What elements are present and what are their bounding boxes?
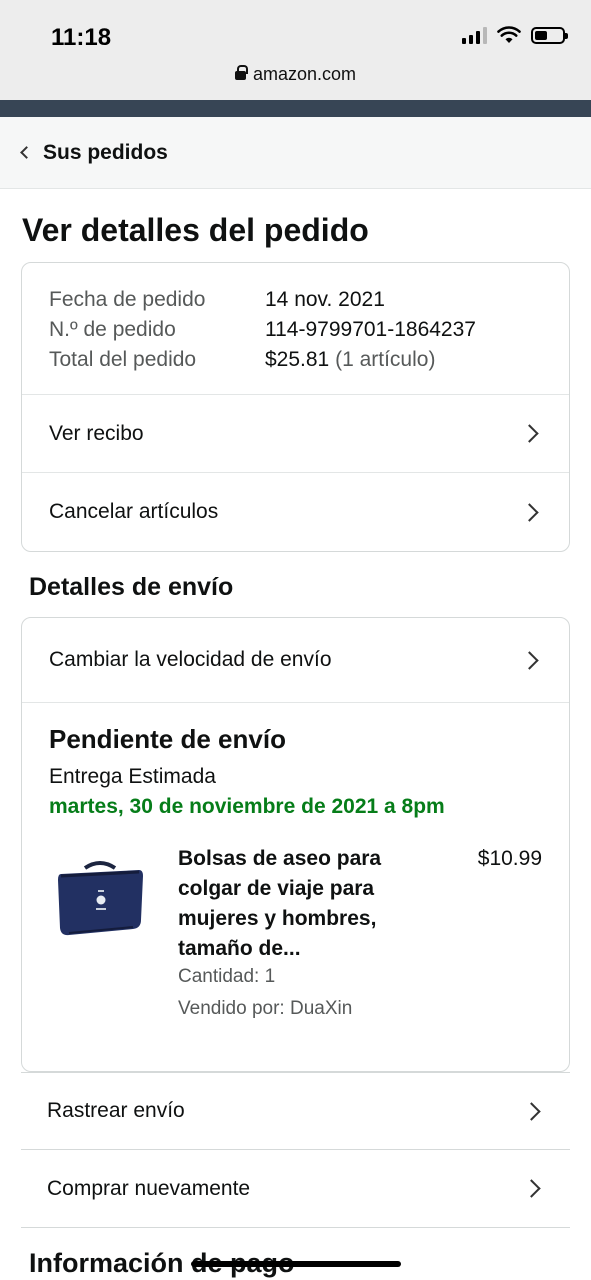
order-summary-card: Fecha de pedido 14 nov. 2021 N.º de pedi… <box>21 262 570 552</box>
view-receipt-link[interactable]: Ver recibo <box>22 394 569 472</box>
order-total-row: Total del pedido $25.81 (1 artículo) <box>49 345 476 375</box>
chevron-left-icon <box>20 146 33 159</box>
cancel-items-link[interactable]: Cancelar artículos <box>22 472 569 551</box>
battery-level <box>535 30 547 40</box>
lock-icon <box>234 65 248 80</box>
change-shipping-speed-label: Cambiar la velocidad de envío <box>49 648 332 671</box>
change-shipping-speed-link[interactable]: Cambiar la velocidad de envío <box>22 618 569 703</box>
order-number-label: N.º de pedido <box>49 318 176 341</box>
shipping-card: Cambiar la velocidad de envío Pendiente … <box>21 617 570 1072</box>
status-icons <box>462 26 568 44</box>
order-date-value: 14 nov. 2021 <box>265 288 385 311</box>
address-bar[interactable]: amazon.com <box>0 64 591 85</box>
product-title-link[interactable]: Bolsas de aseo para colgar de viaje para… <box>178 844 448 964</box>
url-text: amazon.com <box>252 64 357 84</box>
chevron-right-icon <box>520 650 539 670</box>
wifi-icon <box>497 26 521 43</box>
buy-again-label: Comprar nuevamente <box>47 1176 251 1200</box>
browser-header: 11:18 amazon.com <box>0 0 591 100</box>
product-image[interactable] <box>55 856 145 942</box>
order-info: Fecha de pedido 14 nov. 2021 N.º de pedi… <box>49 285 476 375</box>
shipping-section-title: Detalles de envío <box>29 573 234 601</box>
track-package-label: Rastrear envío <box>47 1099 185 1122</box>
order-number-value: 114-9799701-1864237 <box>265 318 476 341</box>
home-indicator[interactable] <box>191 1261 401 1267</box>
status-time: 11:18 <box>51 24 112 51</box>
chevron-right-icon <box>522 1101 541 1121</box>
order-item-count: (1 artículo) <box>335 348 436 371</box>
chevron-right-icon <box>520 424 539 443</box>
order-number-row: N.º de pedido 114-9799701-1864237 <box>49 315 476 345</box>
chevron-right-icon <box>522 1179 541 1198</box>
product-seller: Vendido por: DuaXin <box>178 998 353 1019</box>
product-quantity: Cantidad: 1 <box>178 966 276 987</box>
buy-again-link[interactable]: Comprar nuevamente <box>21 1150 570 1228</box>
cancel-items-label: Cancelar artículos <box>49 500 219 523</box>
estimated-delivery-label: Entrega Estimada <box>49 765 216 788</box>
site-nav-strip <box>0 100 591 117</box>
view-receipt-label: Ver recibo <box>49 421 144 445</box>
breadcrumb-label: Sus pedidos <box>43 140 168 164</box>
chevron-right-icon <box>520 502 539 522</box>
cellular-signal-icon <box>462 26 487 44</box>
order-total-amount: $25.81 <box>265 348 330 371</box>
battery-icon <box>531 26 568 44</box>
track-package-link[interactable]: Rastrear envío <box>21 1072 570 1150</box>
estimated-delivery-date: martes, 30 de noviembre de 2021 a 8pm <box>49 795 445 818</box>
order-total-value: $25.81 (1 artículo) <box>265 345 435 375</box>
order-date-label: Fecha de pedido <box>49 288 206 311</box>
breadcrumb[interactable]: Sus pedidos <box>0 117 591 189</box>
product-price: $10.99 <box>477 847 542 870</box>
order-total-label: Total del pedido <box>49 348 197 371</box>
page-title: Ver detalles del pedido <box>22 212 369 248</box>
order-date-row: Fecha de pedido 14 nov. 2021 <box>49 285 476 315</box>
shipment-status-title: Pendiente de envío <box>49 724 286 754</box>
